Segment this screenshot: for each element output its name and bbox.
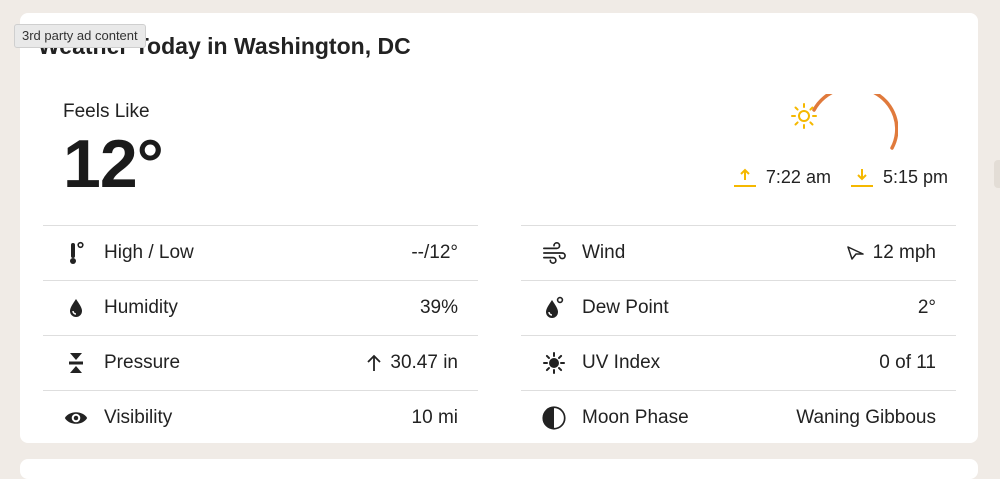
details-right-column: Wind 12 mph Dew Point 2° UV Index 0 of 1… [521,225,956,445]
sunrise-time: 7:22 am [765,166,831,187]
wind-value: 12 mph [872,242,936,263]
feels-like-label: Feels Like [63,101,150,122]
detail-row-pressure: Pressure 30.47 in [43,335,478,390]
detail-row-humidity: Humidity 39% [43,280,478,335]
pressure-value: 30.47 in [390,352,458,373]
detail-value: --/12° [411,242,458,263]
detail-label: Wind [582,242,626,263]
detail-value: 0 of 11 [879,352,936,373]
pressure-rising-icon [367,354,382,371]
detail-label: Dew Point [582,297,669,318]
detail-value: 12 mph [846,242,936,264]
detail-row-high-low: High / Low --/12° [43,225,478,280]
detail-value: 30.47 in [366,352,458,374]
detail-label: Moon Phase [582,407,689,428]
uv-sun-icon [542,351,566,375]
eye-icon [64,406,88,430]
moon-phase-icon [542,406,566,430]
droplet-icon [64,296,88,320]
detail-label: Humidity [104,297,178,318]
dew-point-icon [542,296,566,320]
detail-value: Waning Gibbous [796,407,936,428]
detail-row-wind: Wind 12 mph [521,225,956,280]
detail-row-visibility: Visibility 10 mi [43,390,478,445]
wind-direction-icon [846,246,864,260]
detail-label: Pressure [104,352,181,373]
sunrise-arrow-icon [733,168,756,187]
detail-label: High / Low [104,242,194,263]
detail-row-uv-index: UV Index 0 of 11 [521,335,956,390]
detail-label: Visibility [104,407,173,428]
sun-arc-icon [791,94,898,150]
details-left-column: High / Low --/12° Humidity 39% Pressure … [43,225,478,445]
detail-row-moon-phase: Moon Phase Waning Gibbous [521,390,956,445]
detail-value: 2° [917,297,936,318]
scroll-edge [994,160,1000,188]
thermometer-icon [64,241,88,265]
weather-details: High / Low --/12° Humidity 39% Pressure … [43,225,956,445]
detail-label: UV Index [582,352,661,373]
pressure-icon [64,351,88,375]
detail-value: 10 mi [411,407,458,428]
ad-label: 3rd party ad content [14,24,146,48]
next-card [20,459,978,479]
feels-like-temp: 12° [63,126,164,202]
sunset-time: 5:15 pm [882,166,948,187]
wind-icon [542,241,566,265]
sunset-arrow-icon [850,169,873,187]
detail-value: 39% [419,297,458,318]
sun-times: 7:22 am 5:15 pm [733,166,948,188]
detail-row-dew-point: Dew Point 2° [521,280,956,335]
